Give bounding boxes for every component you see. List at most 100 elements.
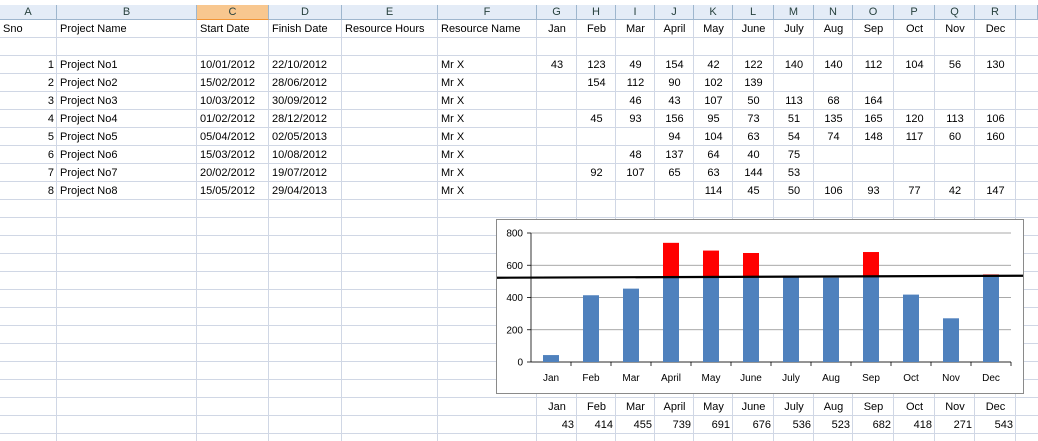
month-hours-cell[interactable]: 74 bbox=[817, 128, 850, 146]
total-month-value[interactable]: 271 bbox=[938, 416, 972, 434]
month-hours-cell[interactable]: 112 bbox=[619, 74, 652, 92]
header-cell[interactable]: Start Date bbox=[200, 20, 266, 38]
header-cell[interactable]: Sno bbox=[3, 20, 54, 38]
month-hours-cell[interactable]: 50 bbox=[736, 92, 771, 110]
month-hours-cell[interactable]: 63 bbox=[697, 164, 730, 182]
month-hours-cell[interactable]: 106 bbox=[817, 182, 850, 200]
sno-cell[interactable]: 1 bbox=[3, 56, 54, 74]
total-month-label[interactable]: Oct bbox=[897, 398, 932, 416]
column-header-m[interactable]: M bbox=[774, 5, 814, 20]
month-hours-cell[interactable]: 107 bbox=[619, 164, 652, 182]
month-hours-cell[interactable]: 107 bbox=[697, 92, 730, 110]
total-month-value[interactable]: 414 bbox=[580, 416, 613, 434]
column-header-i[interactable]: I bbox=[616, 5, 655, 20]
header-cell[interactable]: Resource Name bbox=[441, 20, 534, 38]
resource-name-cell[interactable]: Mr X bbox=[441, 92, 534, 110]
column-header-n[interactable]: N bbox=[814, 5, 853, 20]
month-hours-cell[interactable]: 92 bbox=[580, 164, 613, 182]
header-cell[interactable]: Feb bbox=[580, 20, 613, 38]
sno-cell[interactable]: 5 bbox=[3, 128, 54, 146]
month-hours-cell[interactable]: 56 bbox=[938, 56, 972, 74]
month-hours-cell[interactable]: 104 bbox=[897, 56, 932, 74]
month-hours-cell[interactable]: 49 bbox=[619, 56, 652, 74]
header-cell[interactable]: Project Name bbox=[60, 20, 194, 38]
month-hours-cell[interactable]: 42 bbox=[938, 182, 972, 200]
finish-date-cell[interactable]: 30/09/2012 bbox=[272, 92, 339, 110]
total-month-label[interactable]: Mar bbox=[619, 398, 652, 416]
month-hours-cell[interactable]: 90 bbox=[658, 74, 691, 92]
month-hours-cell[interactable]: 154 bbox=[658, 56, 691, 74]
header-cell[interactable]: Jan bbox=[540, 20, 574, 38]
header-cell[interactable]: Oct bbox=[897, 20, 932, 38]
month-hours-cell[interactable]: 42 bbox=[697, 56, 730, 74]
month-hours-cell[interactable]: 140 bbox=[817, 56, 850, 74]
resource-name-cell[interactable]: Mr X bbox=[441, 74, 534, 92]
sno-cell[interactable]: 4 bbox=[3, 110, 54, 128]
month-hours-cell[interactable]: 137 bbox=[658, 146, 691, 164]
project-name-cell[interactable]: Project No3 bbox=[60, 92, 194, 110]
month-hours-cell[interactable]: 73 bbox=[736, 110, 771, 128]
month-hours-cell[interactable]: 50 bbox=[777, 182, 811, 200]
column-header-j[interactable]: J bbox=[655, 5, 694, 20]
month-hours-cell[interactable]: 113 bbox=[777, 92, 811, 110]
project-name-cell[interactable]: Project No5 bbox=[60, 128, 194, 146]
month-hours-cell[interactable]: 113 bbox=[938, 110, 972, 128]
finish-date-cell[interactable]: 28/06/2012 bbox=[272, 74, 339, 92]
month-hours-cell[interactable]: 75 bbox=[777, 146, 811, 164]
month-hours-cell[interactable]: 123 bbox=[580, 56, 613, 74]
header-cell[interactable]: Finish Date bbox=[272, 20, 339, 38]
column-header-q[interactable]: Q bbox=[935, 5, 975, 20]
total-month-value[interactable]: 691 bbox=[697, 416, 730, 434]
resource-name-cell[interactable]: Mr X bbox=[441, 164, 534, 182]
total-month-label[interactable]: Sep bbox=[856, 398, 891, 416]
total-month-value[interactable]: 682 bbox=[856, 416, 891, 434]
month-hours-cell[interactable]: 93 bbox=[856, 182, 891, 200]
month-hours-cell[interactable]: 51 bbox=[777, 110, 811, 128]
start-date-cell[interactable]: 15/05/2012 bbox=[200, 182, 266, 200]
total-month-label[interactable]: Dec bbox=[978, 398, 1013, 416]
column-header-e[interactable]: E bbox=[342, 5, 438, 20]
month-hours-cell[interactable]: 165 bbox=[856, 110, 891, 128]
start-date-cell[interactable]: 15/02/2012 bbox=[200, 74, 266, 92]
sno-cell[interactable]: 2 bbox=[3, 74, 54, 92]
month-hours-cell[interactable]: 45 bbox=[580, 110, 613, 128]
project-name-cell[interactable]: Project No6 bbox=[60, 146, 194, 164]
project-name-cell[interactable]: Project No7 bbox=[60, 164, 194, 182]
month-hours-cell[interactable]: 156 bbox=[658, 110, 691, 128]
month-hours-cell[interactable]: 40 bbox=[736, 146, 771, 164]
finish-date-cell[interactable]: 22/10/2012 bbox=[272, 56, 339, 74]
total-month-label[interactable]: June bbox=[736, 398, 771, 416]
month-hours-cell[interactable]: 139 bbox=[736, 74, 771, 92]
month-hours-cell[interactable]: 94 bbox=[658, 128, 691, 146]
month-hours-cell[interactable]: 60 bbox=[938, 128, 972, 146]
header-cell[interactable]: Sep bbox=[856, 20, 891, 38]
column-header-f[interactable]: F bbox=[438, 5, 537, 20]
total-month-label[interactable]: July bbox=[777, 398, 811, 416]
hours-bar-chart[interactable]: 0 200 400 600 800 Jan Feb Mar April May June July Au… bbox=[496, 219, 1024, 394]
total-month-label[interactable]: Feb bbox=[580, 398, 613, 416]
resource-name-cell[interactable]: Mr X bbox=[441, 146, 534, 164]
header-cell[interactable]: Dec bbox=[978, 20, 1013, 38]
project-name-cell[interactable]: Project No8 bbox=[60, 182, 194, 200]
finish-date-cell[interactable]: 28/12/2012 bbox=[272, 110, 339, 128]
header-cell[interactable]: June bbox=[736, 20, 771, 38]
header-cell[interactable]: April bbox=[658, 20, 691, 38]
start-date-cell[interactable]: 01/02/2012 bbox=[200, 110, 266, 128]
month-hours-cell[interactable]: 122 bbox=[736, 56, 771, 74]
month-hours-cell[interactable]: 45 bbox=[736, 182, 771, 200]
sno-cell[interactable]: 3 bbox=[3, 92, 54, 110]
start-date-cell[interactable]: 10/03/2012 bbox=[200, 92, 266, 110]
column-header-h[interactable]: H bbox=[577, 5, 616, 20]
resource-name-cell[interactable]: Mr X bbox=[441, 128, 534, 146]
month-hours-cell[interactable]: 130 bbox=[978, 56, 1013, 74]
month-hours-cell[interactable]: 48 bbox=[619, 146, 652, 164]
month-hours-cell[interactable]: 65 bbox=[658, 164, 691, 182]
total-month-label[interactable]: April bbox=[658, 398, 691, 416]
header-cell[interactable]: May bbox=[697, 20, 730, 38]
finish-date-cell[interactable]: 19/07/2012 bbox=[272, 164, 339, 182]
finish-date-cell[interactable]: 10/08/2012 bbox=[272, 146, 339, 164]
column-header-a[interactable]: A bbox=[0, 5, 57, 20]
column-header-k[interactable]: K bbox=[694, 5, 733, 20]
month-hours-cell[interactable]: 147 bbox=[978, 182, 1013, 200]
month-hours-cell[interactable]: 140 bbox=[777, 56, 811, 74]
